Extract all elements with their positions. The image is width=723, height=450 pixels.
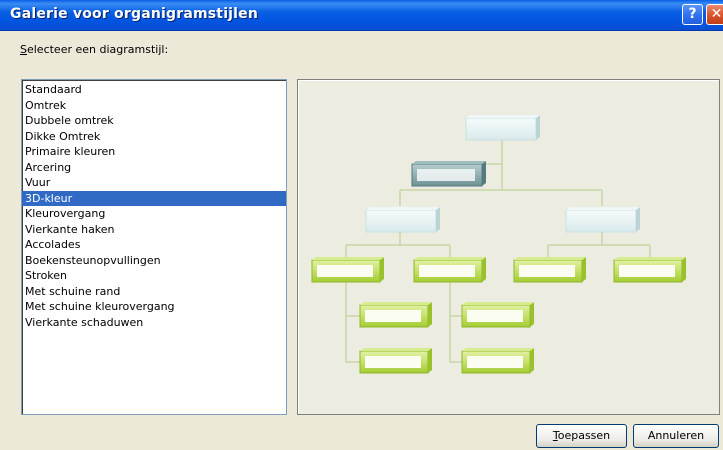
window-title: Galerie voor organigramstijlen: [10, 6, 259, 22]
green-box-7: [359, 348, 432, 374]
style-list-item[interactable]: 3D-kleur: [22, 190, 286, 206]
close-button[interactable]: ✕: [706, 4, 723, 25]
style-list-item[interactable]: Vierkante schaduwen: [22, 315, 286, 331]
top-box: [465, 115, 540, 141]
green-box-1: [311, 257, 384, 283]
title-bar[interactable]: Galerie voor organigramstijlen ? ✕: [0, 0, 723, 31]
cancel-button[interactable]: Annuleren: [633, 424, 719, 448]
middle-right-box: [565, 207, 640, 233]
middle-left-box: [365, 207, 440, 233]
style-list-item[interactable]: Vuur: [22, 175, 286, 191]
style-list-item[interactable]: Accolades: [22, 237, 286, 253]
close-icon: ✕: [710, 6, 723, 22]
style-list-item[interactable]: Boekensteunopvullingen: [22, 253, 286, 269]
style-preview: [297, 79, 720, 415]
org-chart-preview: [311, 115, 686, 374]
help-button[interactable]: ?: [682, 4, 703, 25]
style-list-item[interactable]: Vierkante haken: [22, 222, 286, 238]
style-list-label: Selecteer een diagramstijl:: [20, 43, 168, 56]
diagram-style-list[interactable]: Standaard Omtrek Dubbele omtrek Dikke Omtre…: [21, 79, 287, 415]
help-icon: ?: [688, 6, 697, 22]
style-list-item[interactable]: Dubbele omtrek: [22, 113, 286, 129]
style-list-item[interactable]: Met schuine rand: [22, 284, 286, 300]
assistant-box: [411, 161, 486, 187]
style-list-item[interactable]: Dikke Omtrek: [22, 129, 286, 145]
style-list-item[interactable]: Omtrek: [22, 98, 286, 114]
apply-button-label: oepassen: [557, 429, 611, 442]
apply-button[interactable]: Toepassen: [536, 424, 627, 448]
green-box-5: [359, 302, 432, 328]
green-box-2: [413, 257, 486, 283]
green-box-3: [513, 257, 586, 283]
style-list-item[interactable]: Stroken: [22, 268, 286, 284]
green-box-4: [613, 257, 686, 283]
style-list-item[interactable]: Standaard: [22, 82, 286, 98]
style-list-label-text: electeer een diagramstijl:: [26, 43, 169, 56]
style-list-item[interactable]: Arcering: [22, 160, 286, 176]
style-list-item[interactable]: Primaire kleuren: [22, 144, 286, 160]
connector-lines: [345, 140, 651, 363]
green-box-6: [461, 302, 534, 328]
style-list-item[interactable]: Kleurovergang: [22, 206, 286, 222]
style-list-item[interactable]: Met schuine kleurovergang: [22, 299, 286, 315]
green-box-8: [461, 348, 534, 374]
style-list-label-accelerator: S: [20, 43, 27, 56]
